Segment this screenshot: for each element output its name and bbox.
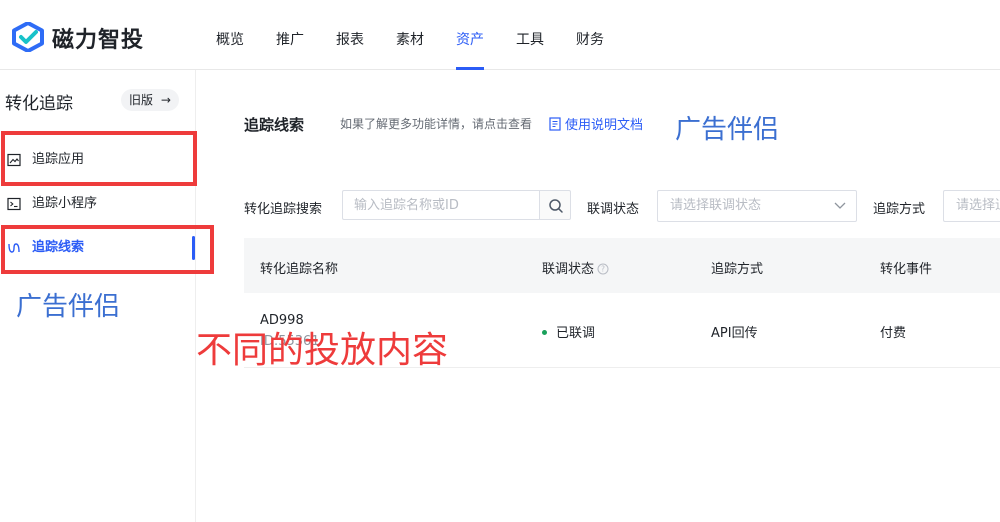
document-icon xyxy=(549,117,561,131)
sidebar-item-track-miniprogram[interactable]: 追踪小程序 xyxy=(5,189,190,219)
column-header-method: 追踪方式 xyxy=(711,262,764,277)
image-icon xyxy=(7,153,21,167)
search-label: 转化追踪搜索 xyxy=(244,202,323,217)
terminal-icon xyxy=(7,197,21,211)
status-select[interactable]: 请选择联调状态 xyxy=(657,190,857,222)
doc-link[interactable]: 使用说明文档 xyxy=(549,114,643,133)
page-title: 追踪线索 xyxy=(244,116,305,134)
sidebar-item-label: 追踪应用 xyxy=(32,152,85,167)
status-select-placeholder: 请选择联调状态 xyxy=(670,198,762,213)
search-input[interactable] xyxy=(342,190,540,220)
nav-item-overview[interactable]: 概览 xyxy=(216,29,244,49)
status-filter-label: 联调状态 xyxy=(587,202,640,217)
method-filter-label: 追踪方式 xyxy=(873,202,926,217)
nav-item-reports[interactable]: 报表 xyxy=(336,29,364,49)
annotation-ad-companion-top: 广告伴侣 xyxy=(675,115,780,145)
annotation-different-content: 不同的投放内容 xyxy=(196,330,449,371)
help-icon[interactable]: ? xyxy=(597,263,609,275)
brand-logo-icon xyxy=(12,22,44,52)
column-header-event: 转化事件 xyxy=(880,262,933,277)
nav-active-indicator xyxy=(456,67,484,70)
sidebar-item-label: 追踪线索 xyxy=(32,240,85,255)
method-select[interactable]: 请选择追踪方式 xyxy=(943,190,1000,222)
nav-item-assets[interactable]: 资产 xyxy=(456,29,484,49)
row-event: 付费 xyxy=(880,326,907,341)
old-version-label: 旧版 xyxy=(129,93,154,107)
nav-item-materials[interactable]: 素材 xyxy=(396,29,424,49)
column-header-status-label: 联调状态 xyxy=(542,262,595,277)
page-hint: 如果了解更多功能详情，请点击查看 xyxy=(340,117,533,131)
brand-name: 磁力智投 xyxy=(52,28,145,53)
sidebar-active-indicator xyxy=(192,236,195,260)
sidebar-title: 转化追踪 xyxy=(5,94,73,114)
search-button[interactable] xyxy=(539,190,571,220)
svg-text:?: ? xyxy=(601,265,605,274)
row-status: 已联调 xyxy=(542,322,595,341)
nav-item-tools[interactable]: 工具 xyxy=(516,29,544,49)
sidebar-item-track-app[interactable]: 追踪应用 xyxy=(5,145,190,175)
column-header-name: 转化追踪名称 xyxy=(260,262,339,277)
search-icon xyxy=(549,199,563,213)
sidebar-item-track-leads[interactable]: 追踪线索 xyxy=(5,233,190,263)
status-dot-icon xyxy=(542,330,547,335)
top-navigation-bar: 磁力智投 概览 推广 报表 素材 资产 工具 财务 xyxy=(0,0,1000,70)
sidebar-item-label: 追踪小程序 xyxy=(32,196,98,211)
old-version-button[interactable]: 旧版 → xyxy=(121,89,179,111)
row-status-label: 已联调 xyxy=(556,326,596,341)
arrow-right-icon: → xyxy=(160,93,171,107)
nav-item-finance[interactable]: 财务 xyxy=(576,29,604,49)
link-icon xyxy=(8,243,20,253)
annotation-ad-companion-left: 广告伴侣 xyxy=(16,292,121,322)
row-method: API回传 xyxy=(711,326,758,341)
nav-item-promotion[interactable]: 推广 xyxy=(276,29,304,49)
method-select-placeholder: 请选择追踪方式 xyxy=(956,198,1000,213)
chevron-down-icon xyxy=(834,202,846,209)
doc-link-label: 使用说明文档 xyxy=(565,118,644,133)
column-header-status: 联调状态 ? xyxy=(542,258,609,277)
